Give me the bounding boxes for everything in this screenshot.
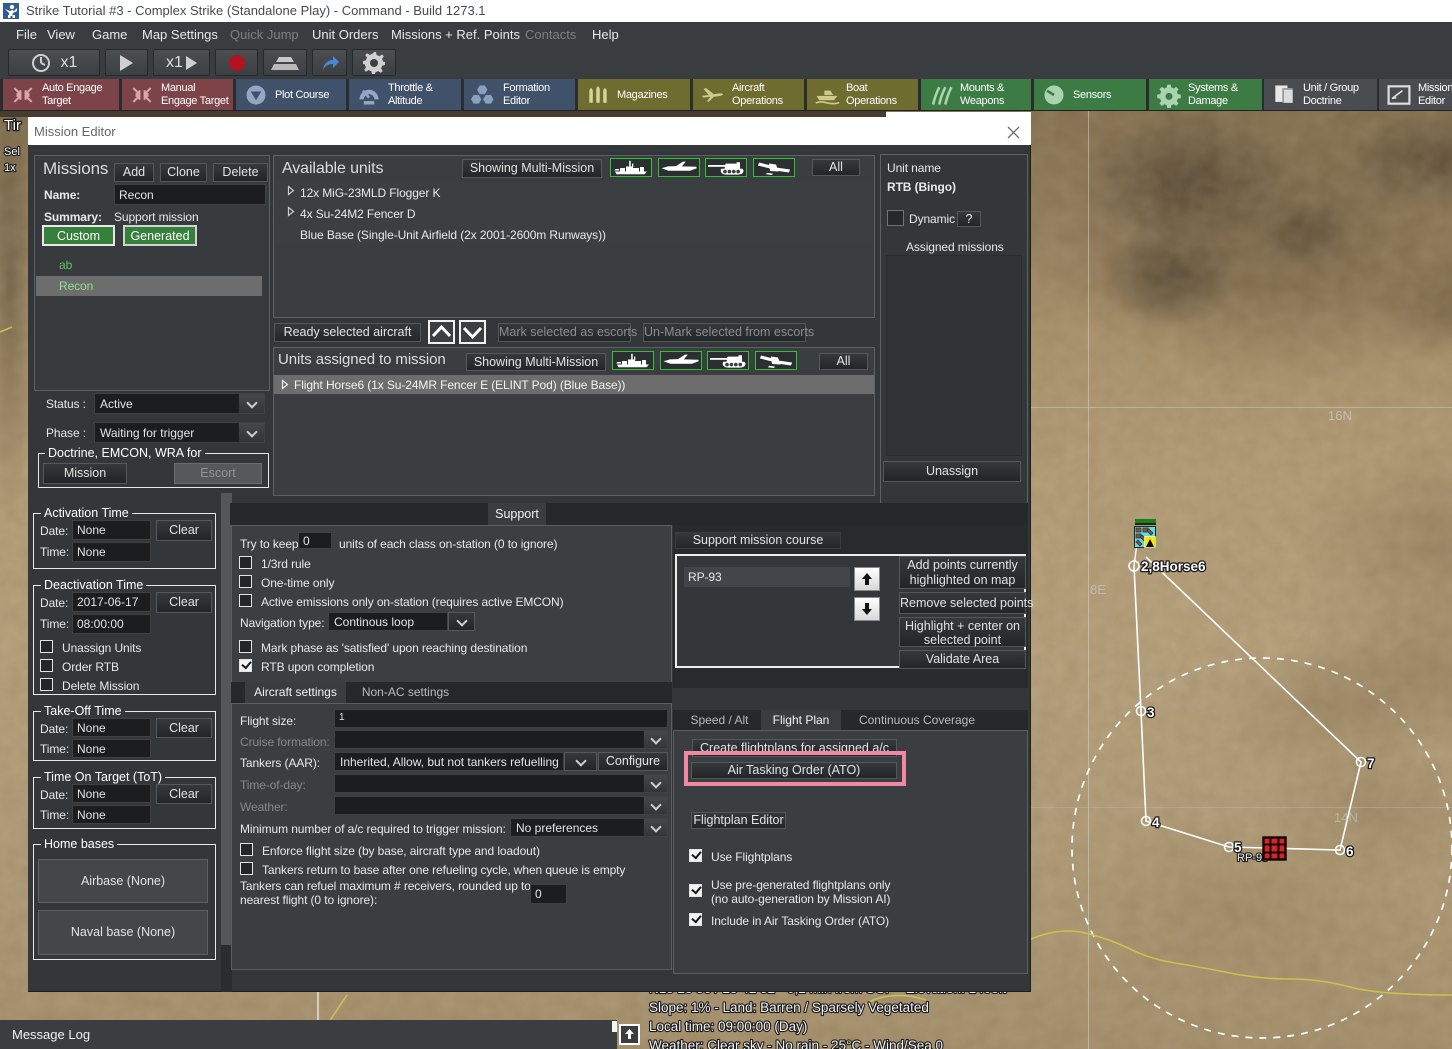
svg-text:Slope: 1% - Land: Barren / S: Slope: 1% - Land: Barren / Sparsely Vege… [649,1000,929,1015]
svg-text:Local time: 09:00:00 (Day): Local time: 09:00:00 (Day) [649,1019,807,1034]
svg-text:Weather: Clear sky - No rain -: Weather: Clear sky - No rain - 25°C - Wi… [649,1038,943,1049]
svg-text:6: 6 [1346,844,1354,859]
svg-text:4: 4 [1152,815,1160,830]
svg-text:1x: 1x [4,162,16,174]
svg-text:16N: 16N [1328,408,1352,423]
svg-text:7: 7 [1367,756,1375,771]
svg-text:8E: 8E [1090,582,1106,597]
svg-text:14N: 14N [1334,810,1358,825]
svg-text:3: 3 [1147,705,1155,720]
svg-text:Tir: Tir [4,117,21,134]
svg-text:2,8Horse6: 2,8Horse6 [1141,559,1206,574]
svg-text:Sel: Sel [4,146,20,158]
